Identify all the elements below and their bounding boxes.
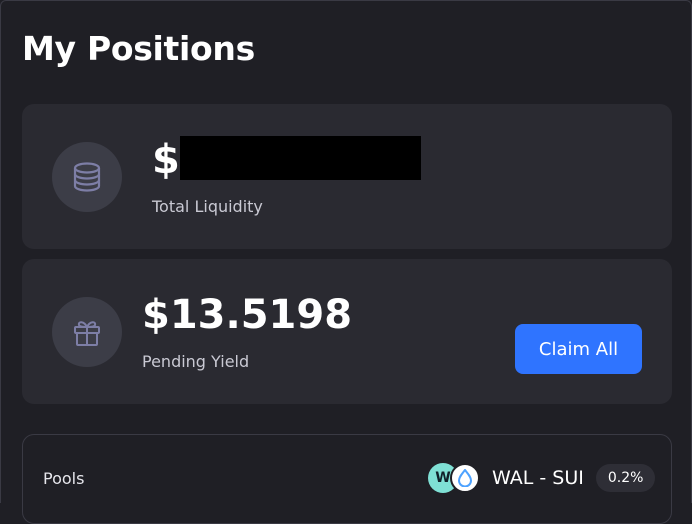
fee-tier-badge: 0.2% [595,464,656,492]
coins-stack-icon [52,142,122,212]
redacted-liquidity-amount [180,136,421,180]
pools-label: Pools [43,469,85,488]
claim-all-button[interactable]: Claim All [515,324,642,374]
pending-yield-amount: $13.5198 [142,292,353,338]
positions-panel: My Positions $ Total Liquidity $13.5198 … [0,0,692,524]
page-title: My Positions [22,29,255,68]
pending-yield-card: $13.5198 Pending Yield Claim All [22,259,672,404]
pool-pair-row[interactable]: W WAL - SUI 0.2% [428,462,656,494]
total-liquidity-label: Total Liquidity [152,197,263,216]
pending-yield-label: Pending Yield [142,352,250,371]
gift-icon [52,297,122,367]
pools-section: Pools W WAL - SUI 0.2% [22,434,672,524]
liquidity-currency-symbol: $ [152,137,180,183]
wal-token-glyph: W [435,470,451,486]
total-liquidity-card: $ Total Liquidity [22,104,672,249]
sui-token-icon [450,463,480,493]
pool-pair-name: WAL - SUI [492,467,584,489]
